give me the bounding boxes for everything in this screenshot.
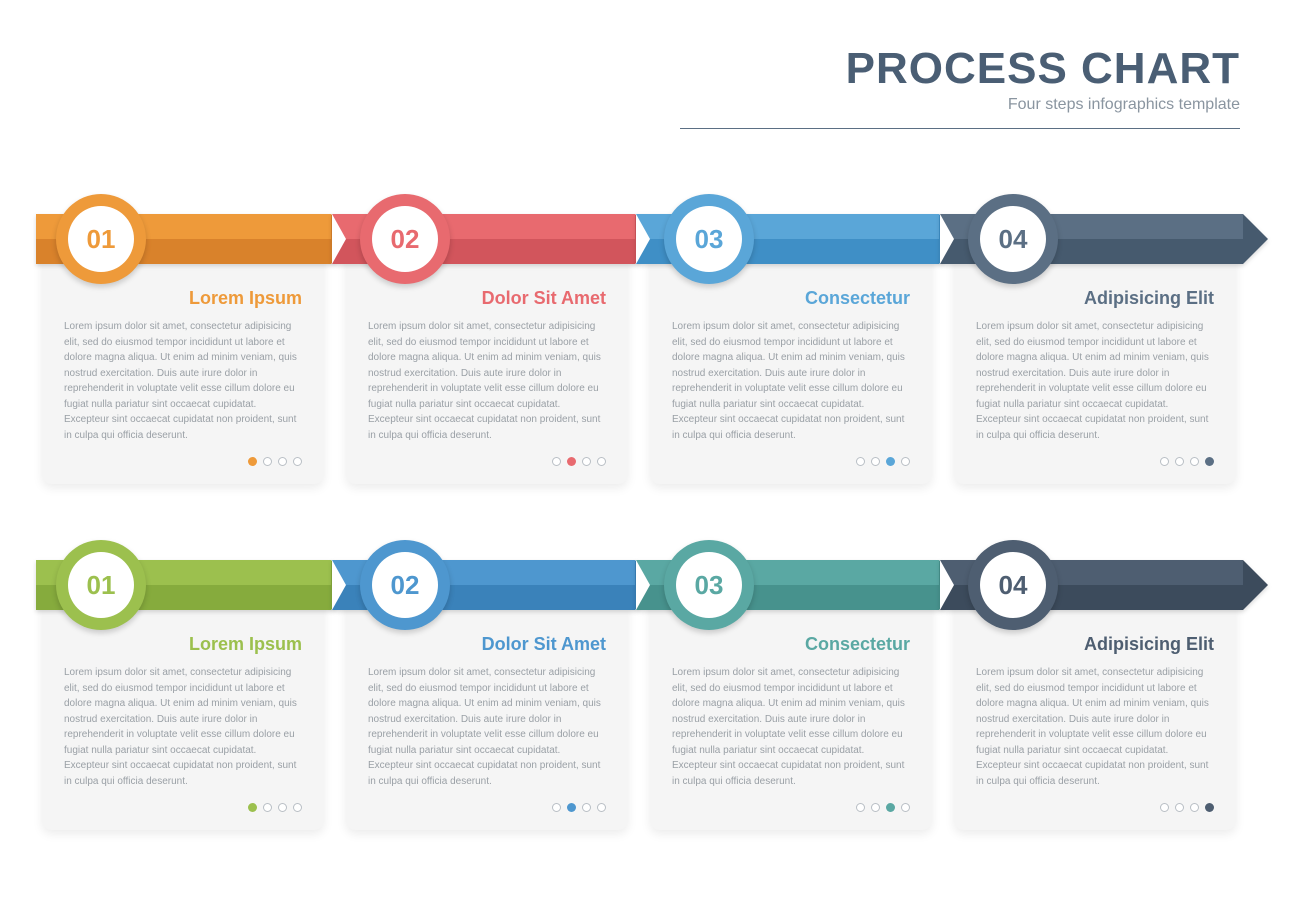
step-number-badge: 01 [56,540,146,630]
process-step-card: 01Lorem IpsumLorem ipsum dolor sit amet,… [42,218,324,484]
step-number-badge: 03 [664,194,754,284]
step-body-text: Lorem ipsum dolor sit amet, consectetur … [368,665,606,789]
step-number: 02 [372,206,438,272]
dot [856,457,865,466]
step-number: 03 [676,206,742,272]
dot [278,457,287,466]
dot [248,803,257,812]
step-body-text: Lorem ipsum dolor sit amet, consectetur … [64,665,302,789]
dot [856,803,865,812]
dot [567,803,576,812]
dot [886,457,895,466]
step-body-text: Lorem ipsum dolor sit amet, consectetur … [672,665,910,789]
step-number-badge: 03 [664,540,754,630]
step-title: Dolor Sit Amet [368,288,606,309]
process-step-card: 03ConsecteturLorem ipsum dolor sit amet,… [650,218,932,484]
step-number: 03 [676,552,742,618]
step-number-badge: 04 [968,194,1058,284]
process-row: 01Lorem IpsumLorem ipsum dolor sit amet,… [42,218,1258,484]
step-title: Consectetur [672,634,910,655]
step-number-badge: 01 [56,194,146,284]
dot [1205,803,1214,812]
step-title: Lorem Ipsum [64,634,302,655]
step-progress-dots [976,457,1214,466]
page-title: PROCESS CHART [680,44,1240,94]
step-number: 04 [980,206,1046,272]
process-row: 01Lorem IpsumLorem ipsum dolor sit amet,… [42,564,1258,830]
dot [582,803,591,812]
dot [263,803,272,812]
step-number-badge: 04 [968,540,1058,630]
dot [1160,457,1169,466]
dot [293,803,302,812]
dot [901,457,910,466]
dot [597,803,606,812]
dot [1175,457,1184,466]
step-title: Adipisicing Elit [976,288,1214,309]
process-step-card: 01Lorem IpsumLorem ipsum dolor sit amet,… [42,564,324,830]
step-number: 02 [372,552,438,618]
step-number-badge: 02 [360,540,450,630]
header-rule [680,128,1240,129]
step-progress-dots [672,803,910,812]
dot [871,457,880,466]
dot [901,803,910,812]
process-rows: 01 Lorem Ipsum Lorem ipsum dolor sit amet,… [42,218,1258,910]
dot [278,803,287,812]
dot [293,457,302,466]
step-body-text: Lorem ipsum dolor sit amet, consectetur … [64,319,302,443]
process-step-card: 04Adipisicing ElitLorem ipsum dolor sit … [954,564,1236,830]
process-step-card: 04Adipisicing ElitLorem ipsum dolor sit … [954,218,1236,484]
dot [582,457,591,466]
step-body-text: Lorem ipsum dolor sit amet, consectetur … [368,319,606,443]
step-body-text: Lorem ipsum dolor sit amet, consectetur … [672,319,910,443]
dot [263,457,272,466]
step-number: 04 [980,552,1046,618]
step-number: 01 [68,552,134,618]
process-step-card: 03ConsecteturLorem ipsum dolor sit amet,… [650,564,932,830]
step-title: Consectetur [672,288,910,309]
dot [597,457,606,466]
dot [1190,457,1199,466]
step-title: Dolor Sit Amet [368,634,606,655]
header: PROCESS CHART Four steps infographics te… [680,44,1240,129]
process-step-card: 02Dolor Sit AmetLorem ipsum dolor sit am… [346,218,628,484]
page-subtitle: Four steps infographics template [680,96,1240,114]
step-progress-dots [368,803,606,812]
dot [1190,803,1199,812]
dot [1205,457,1214,466]
step-body-text: Lorem ipsum dolor sit amet, consectetur … [976,665,1214,789]
step-title: Lorem Ipsum [64,288,302,309]
step-progress-dots [368,457,606,466]
dot [1175,803,1184,812]
step-title: Adipisicing Elit [976,634,1214,655]
step-number: 01 [68,206,134,272]
dot [1160,803,1169,812]
step-body-text: Lorem ipsum dolor sit amet, consectetur … [976,319,1214,443]
step-progress-dots [64,457,302,466]
dot [552,803,561,812]
step-progress-dots [64,803,302,812]
dot [886,803,895,812]
dot [552,457,561,466]
step-number-badge: 02 [360,194,450,284]
dot [871,803,880,812]
dot [248,457,257,466]
step-progress-dots [672,457,910,466]
step-progress-dots [976,803,1214,812]
process-step-card: 02Dolor Sit AmetLorem ipsum dolor sit am… [346,564,628,830]
dot [567,457,576,466]
